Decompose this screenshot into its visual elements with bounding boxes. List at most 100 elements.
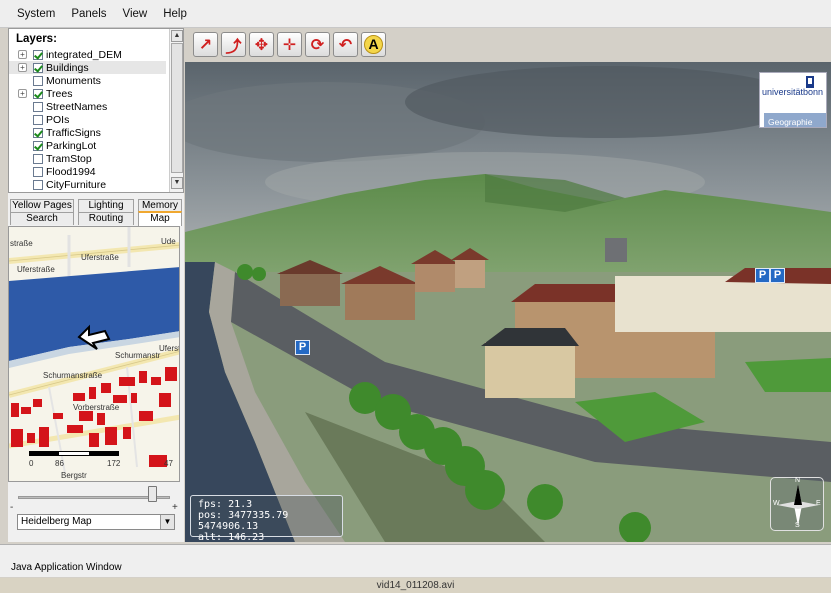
menu-panels[interactable]: Panels [64, 8, 115, 20]
video-caption: vid14_011208.avi [0, 578, 831, 593]
expand-icon[interactable]: + [18, 50, 27, 59]
layer-item[interactable]: + Buildings [9, 61, 166, 74]
walk-mode-button[interactable]: ↗ [193, 32, 218, 57]
pan-mode-button[interactable]: ✥ [249, 32, 274, 57]
tab-yellow-pages[interactable]: Yellow Pages [10, 199, 74, 212]
layer-checkbox[interactable] [33, 114, 43, 125]
3d-scene [185, 62, 831, 542]
expand-icon[interactable]: + [18, 63, 27, 72]
layer-item[interactable]: Monuments [9, 74, 101, 87]
move-mode-button[interactable]: ✛ [277, 32, 302, 57]
layer-label: StreetNames [46, 100, 108, 113]
undo-button[interactable]: ↶ [333, 32, 358, 57]
position-readout: pos: 3477335.79 5474906.13 [198, 510, 289, 532]
layer-checkbox[interactable] [33, 101, 43, 112]
undo-icon: ↶ [338, 36, 353, 54]
parking-icon: P [755, 268, 770, 283]
annotation-icon: A [364, 35, 383, 54]
annotation-button[interactable]: A [361, 32, 386, 57]
scale-label: 0 [29, 459, 34, 468]
scroll-down-icon[interactable]: ▼ [171, 177, 183, 189]
layer-checkbox[interactable] [33, 75, 43, 86]
layer-label: CityFurniture [46, 178, 107, 191]
layer-checkbox[interactable] [33, 166, 43, 177]
scroll-thumb[interactable] [171, 43, 183, 173]
street-label: Uferstr [159, 344, 179, 353]
menu-view[interactable]: View [116, 8, 157, 20]
layer-checkbox[interactable] [33, 127, 43, 138]
layers-panel: Layers: + integrated_DEM + Buildings Monumen… [8, 28, 184, 193]
layer-checkbox[interactable] [33, 62, 43, 73]
chevron-down-icon[interactable]: ▼ [160, 515, 174, 529]
scale-label: 172 [107, 459, 121, 468]
layer-checkbox[interactable] [33, 153, 43, 164]
layer-item[interactable]: CityFurniture [9, 178, 106, 191]
zoom-minus[interactable]: - [10, 502, 13, 513]
layer-checkbox[interactable] [33, 88, 43, 99]
compass-n: N [795, 477, 801, 484]
fly-mode-button[interactable]: ⤴ [221, 32, 246, 57]
layer-checkbox[interactable] [33, 179, 43, 190]
layer-label: Trees [46, 87, 73, 100]
rotate-mode-button[interactable]: ⟳ [305, 32, 330, 57]
compass-w: W [773, 500, 780, 507]
left-panel: Layers: + integrated_DEM + Buildings Monumen… [8, 28, 184, 542]
layers-scrollbar[interactable]: ▲ ▼ [169, 29, 183, 192]
layer-label: Buildings [46, 61, 89, 74]
compass-s: S [795, 522, 800, 529]
layer-label: POIs [46, 113, 70, 126]
menu-help[interactable]: Help [156, 8, 196, 20]
layer-item[interactable]: TrafficSigns [9, 126, 101, 139]
menu-bar: System Panels View Help [0, 0, 831, 28]
layer-label: Monuments [46, 74, 101, 87]
layer-label: integrated_DEM [46, 48, 122, 61]
street-label: Vorberstraße [73, 403, 120, 412]
layer-checkbox[interactable] [33, 140, 43, 151]
layer-item[interactable]: ParkingLot [9, 139, 96, 152]
parking-icon: P [295, 340, 310, 355]
layer-item[interactable]: StreetNames [9, 100, 107, 113]
logo-department-text: Geographie [768, 117, 813, 127]
menu-system[interactable]: System [10, 8, 64, 20]
mini-map[interactable]: straße Uferstraße Uferstraße Ude Schurma… [8, 226, 180, 482]
tab-lighting[interactable]: Lighting [78, 199, 134, 212]
zoom-slider[interactable]: - + [8, 482, 184, 513]
expand-icon[interactable]: + [18, 89, 27, 98]
layers-title: Layers: [16, 33, 57, 45]
tab-routing[interactable]: Routing [78, 212, 134, 225]
parking-icon: P [770, 268, 785, 283]
status-text: Java Application Window [11, 562, 122, 573]
layer-label: TramStop [46, 152, 92, 165]
university-logo: universitätbonn Geographie [759, 72, 827, 128]
3d-view[interactable]: P P P universitätbonn Geographie fps: 21… [185, 62, 831, 542]
map-select[interactable]: Heidelberg Map ▼ [17, 514, 175, 530]
layer-item[interactable]: Flood1994 [9, 165, 96, 178]
layer-item[interactable]: TramStop [9, 152, 92, 165]
layer-item[interactable]: + Trees [9, 87, 72, 100]
tab-search[interactable]: Search [10, 212, 74, 225]
street-label: Schurmanstr [115, 351, 161, 360]
layer-item[interactable]: + integrated_DEM [9, 48, 122, 61]
zoom-plus[interactable]: + [172, 502, 178, 513]
navigation-toolbar: ↗ ⤴ ✥ ✛ ⟳ ↶ A [193, 32, 386, 60]
street-label: Schurmanstraße [43, 371, 103, 380]
layer-checkbox[interactable] [33, 49, 43, 60]
tab-map[interactable]: Map [138, 211, 182, 226]
zoom-slider-thumb[interactable] [147, 486, 157, 502]
scroll-up-icon[interactable]: ▲ [171, 30, 183, 42]
street-label: Ude [161, 237, 176, 246]
altitude-readout: alt: 146.23 [198, 532, 265, 542]
panel-tabs: Yellow Pages Lighting Memory Search Rout… [8, 198, 184, 226]
compass-e: E [816, 500, 821, 507]
compass-icon[interactable]: N E S W [770, 477, 824, 531]
layer-item[interactable]: POIs [9, 113, 69, 126]
street-label: Bergstr [61, 471, 87, 480]
layer-label: TrafficSigns [46, 126, 101, 139]
